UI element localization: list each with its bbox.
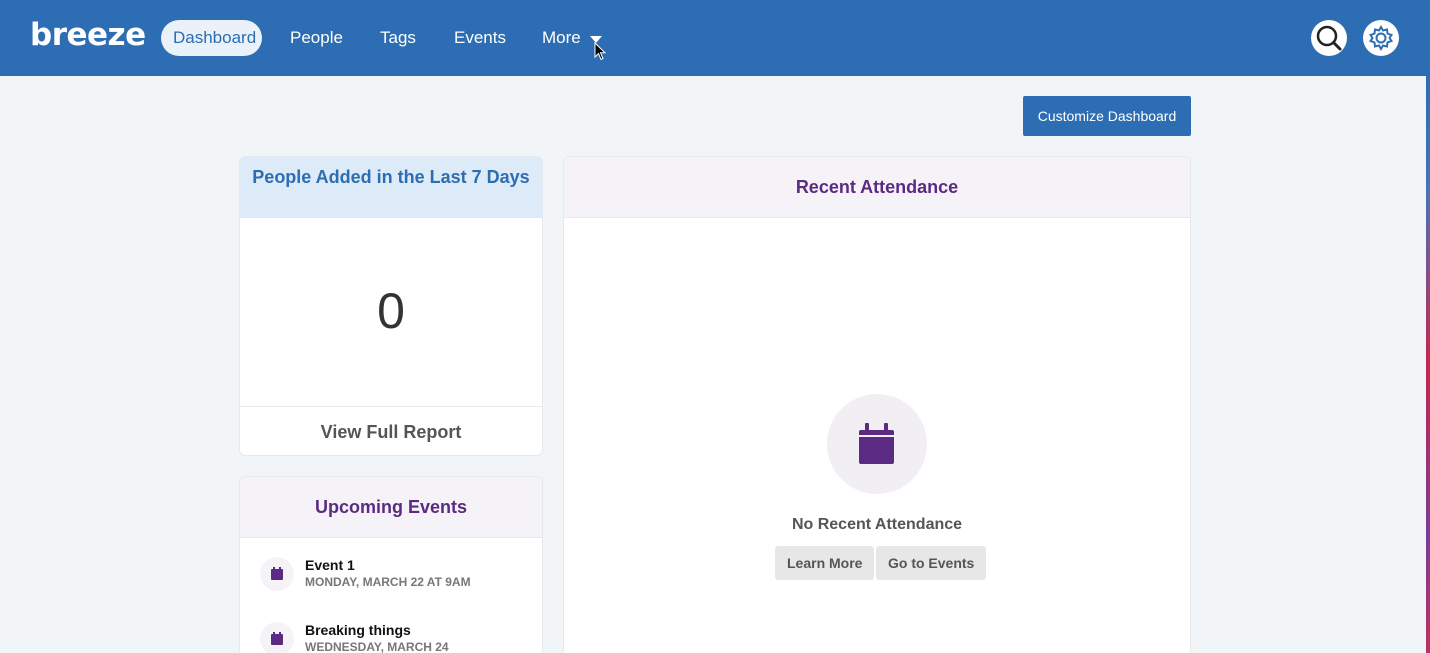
nav-more[interactable]: More	[542, 20, 581, 56]
calendar-icon	[260, 622, 294, 653]
nav-events[interactable]: Events	[454, 20, 506, 56]
people-added-count: 0	[377, 283, 405, 339]
search-icon	[1316, 25, 1342, 51]
learn-more-button[interactable]: Learn More	[775, 546, 875, 580]
settings-button[interactable]	[1363, 20, 1399, 56]
nav-tags[interactable]: Tags	[380, 20, 416, 56]
search-button[interactable]	[1311, 20, 1347, 56]
upcoming-events-title: Upcoming Events	[240, 477, 542, 538]
recent-attendance-card: Recent Attendance No Recent Attendance L…	[563, 156, 1191, 653]
event-date: MONDAY, MARCH 22 AT 9AM	[305, 575, 471, 589]
event-name[interactable]: Breaking things	[305, 622, 411, 638]
nav-people[interactable]: People	[290, 20, 343, 56]
recent-attendance-title: Recent Attendance	[564, 157, 1190, 218]
gear-icon	[1368, 24, 1394, 52]
mouse-cursor-icon	[594, 42, 607, 61]
top-navbar: breeze Dashboard People Tags Events More	[0, 0, 1430, 76]
go-to-events-button[interactable]: Go to Events	[876, 546, 987, 580]
view-full-report-link[interactable]: View Full Report	[240, 406, 542, 455]
breeze-logo[interactable]: breeze	[30, 17, 146, 53]
customize-dashboard-button[interactable]: Customize Dashboard	[1023, 96, 1191, 136]
calendar-icon	[260, 557, 294, 591]
people-added-title: People Added in the Last 7 Days	[240, 157, 542, 218]
event-date: WEDNESDAY, MARCH 24	[305, 640, 449, 653]
nav-dashboard[interactable]: Dashboard	[161, 20, 262, 56]
window-edge-strip	[1426, 76, 1430, 653]
no-attendance-message: No Recent Attendance	[791, 516, 963, 533]
calendar-icon	[827, 394, 927, 494]
people-added-card: People Added in the Last 7 Days 0 View F…	[239, 156, 543, 456]
upcoming-events-card: Upcoming Events Event 1 MONDAY, MARCH 22…	[239, 476, 543, 653]
event-name[interactable]: Event 1	[305, 557, 355, 573]
